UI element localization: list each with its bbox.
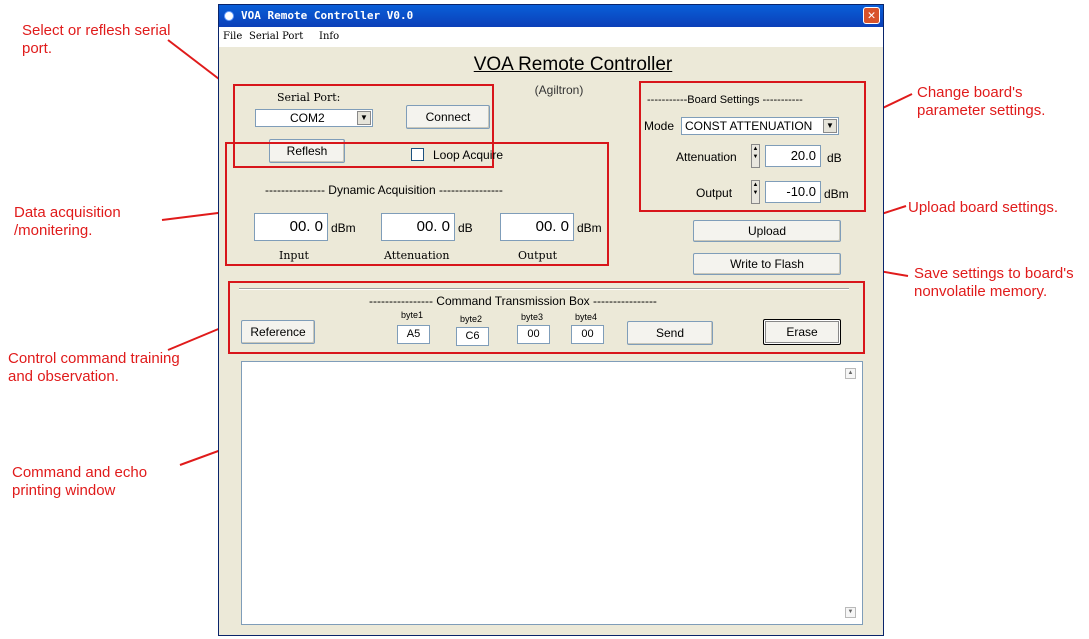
input-power-field: 00. 0 [254,213,328,241]
byte4-label: byte4 [575,312,598,322]
byte3-input[interactable]: 00 [517,325,550,344]
board-settings-title: -----------Board Settings ----------- [647,94,803,106]
input-label: Input [279,249,309,262]
output-unit: dBm [577,221,602,235]
byte1-label: byte1 [401,310,424,320]
connect-button[interactable]: Connect [406,105,490,129]
mode-label: Mode [644,119,675,133]
mode-value: CONST ATTENUATION [685,119,813,133]
reference-button[interactable]: Reference [241,320,315,344]
chevron-down-icon[interactable]: ▼ [357,111,371,125]
dynamic-acquisition-highlight [225,142,609,266]
serial-port-label: Serial Port: [277,91,341,104]
byte2-label: byte2 [460,314,483,324]
serial-port-select[interactable]: COM2 ▼ [255,109,373,127]
erase-button[interactable]: Erase [763,319,841,345]
app-window: VOA Remote Controller V0.0 ✕ File Serial… [218,4,884,636]
title-bar[interactable]: VOA Remote Controller V0.0 ✕ [219,5,883,27]
write-to-flash-button[interactable]: Write to Flash [693,253,841,275]
output-setting-field[interactable]: -10.0 [765,181,821,203]
attenuation-spinner[interactable]: ▲ ▼ [751,144,760,168]
window-title: VOA Remote Controller V0.0 [241,9,414,22]
byte1-input[interactable]: A5 [397,325,430,344]
menu-bar: File Serial Port Info [219,27,883,47]
dynamic-acquisition-title: --------------- Dynamic Acquisition ----… [265,183,503,197]
scroll-up-icon[interactable]: ▲ [845,368,856,379]
attenuation-readout-label: Attenuation [384,249,450,262]
page-subtitle: (Agiltron) [534,83,584,97]
attenuation-setting-field[interactable]: 20.0 [765,145,821,167]
upload-button[interactable]: Upload [693,220,841,242]
page-title: VOA Remote Controller [473,54,673,75]
attenuation-setting-unit: dB [827,151,842,165]
output-label: Output [518,249,558,262]
menu-file[interactable]: File [223,27,242,47]
serial-port-value: COM2 [290,111,325,125]
byte4-input[interactable]: 00 [571,325,604,344]
command-box-title: ---------------- Command Transmission Bo… [369,294,657,308]
mode-select[interactable]: CONST ATTENUATION ▼ [681,117,839,135]
output-spinner[interactable]: ▲ ▼ [751,180,760,204]
input-unit: dBm [331,221,356,235]
chevron-down-icon[interactable]: ▼ [823,119,837,133]
menu-serial-port[interactable]: Serial Port [249,27,303,47]
app-icon [224,11,234,21]
attenuation-readout-unit: dB [458,221,473,235]
output-power-field: 00. 0 [500,213,574,241]
send-button[interactable]: Send [627,321,713,345]
byte2-input[interactable]: C6 [456,327,489,346]
output-setting-unit: dBm [824,187,849,201]
byte3-label: byte3 [521,312,544,322]
attenuation-setting-label: Attenuation [676,150,737,164]
echo-output-textarea[interactable]: ▲ ▼ [241,361,863,625]
scroll-down-icon[interactable]: ▼ [845,607,856,618]
output-setting-label: Output [696,186,733,200]
menu-info[interactable]: Info [319,27,339,47]
attenuation-readout-field: 00. 0 [381,213,455,241]
close-icon[interactable]: ✕ [863,7,880,24]
